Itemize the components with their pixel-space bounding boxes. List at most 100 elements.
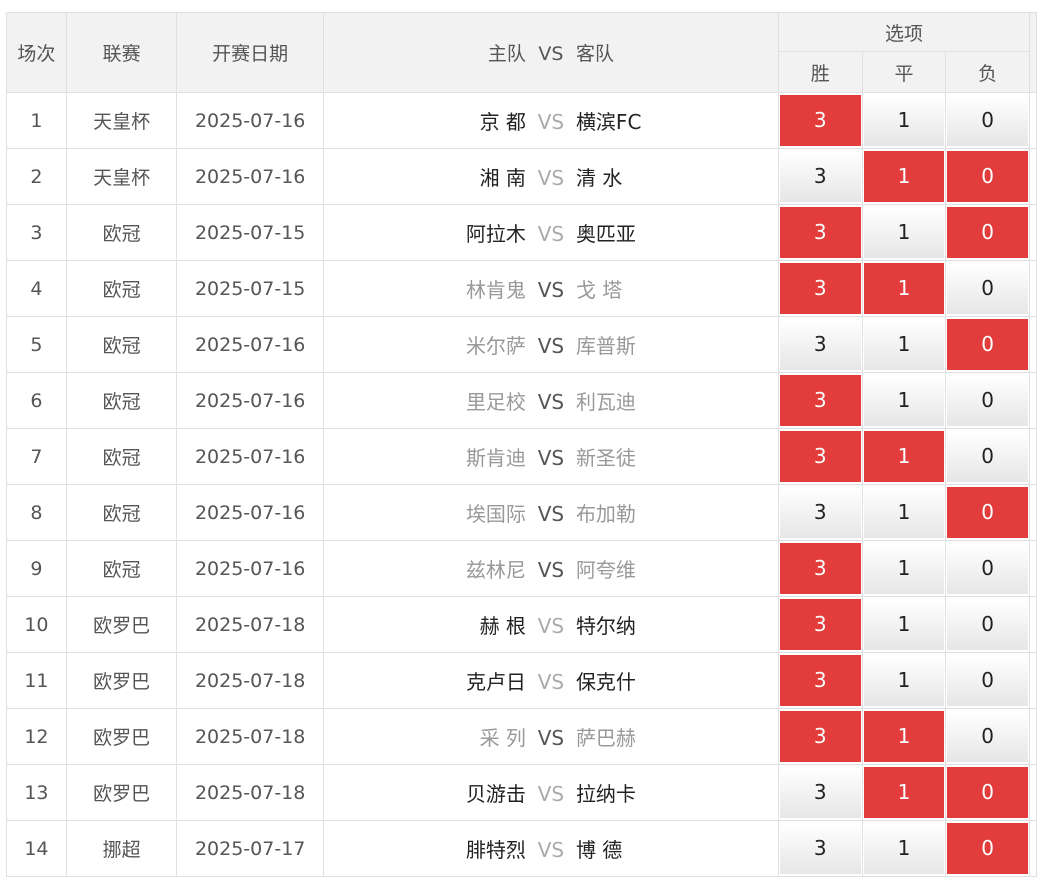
header-win: 胜: [777, 51, 863, 93]
league-name: 欧冠: [65, 372, 178, 429]
table-row: 3 欧冠 2025-07-15 阿拉木 VS 奥匹亚 3 1 0: [6, 204, 1037, 261]
league-name: 天皇杯: [65, 92, 178, 149]
row-extra: [1028, 316, 1037, 373]
header-vs: VS: [538, 43, 564, 65]
match-teams: 贝游击 VS 拉纳卡: [322, 764, 779, 821]
option-lose-button[interactable]: 0: [947, 823, 1028, 874]
option-win-button[interactable]: 3: [779, 711, 861, 762]
option-lose-button[interactable]: 0: [947, 767, 1028, 818]
table-row: 9 欧冠 2025-07-16 兹林尼 VS 阿夸维 3 1 0: [6, 540, 1037, 597]
option-win-cell: 3: [777, 540, 863, 597]
league-name: 欧冠: [65, 204, 178, 261]
option-lose-cell: 0: [945, 260, 1030, 317]
option-lose-cell: 0: [945, 316, 1030, 373]
vs-label: VS: [537, 390, 565, 414]
option-lose-cell: 0: [945, 428, 1030, 485]
away-team: 特尔纳: [575, 614, 636, 638]
vs-label: VS: [537, 334, 565, 358]
match-table: 场次 联赛 开赛日期 主队 VS 客队 选项 胜 平 负 1 天皇杯 2025-07-1…: [6, 12, 1037, 877]
match-no: 7: [6, 428, 67, 485]
header-date: 开赛日期: [176, 12, 324, 93]
option-lose-button[interactable]: 0: [947, 263, 1028, 314]
option-lose-cell: 0: [945, 764, 1030, 821]
home-team: 克卢日: [465, 670, 526, 694]
option-lose-button[interactable]: 0: [947, 599, 1028, 650]
option-win-button[interactable]: 3: [779, 823, 861, 874]
option-win-button[interactable]: 3: [779, 207, 861, 258]
option-win-button[interactable]: 3: [779, 431, 861, 482]
option-draw-cell: 1: [861, 204, 947, 261]
option-draw-button[interactable]: 1: [863, 151, 945, 202]
away-team: 奥匹亚: [575, 222, 636, 246]
option-draw-button[interactable]: 1: [863, 599, 945, 650]
header-draw: 平: [861, 51, 947, 93]
match-teams: 腓特烈 VS 博 德: [322, 820, 779, 877]
option-draw-button[interactable]: 1: [863, 823, 945, 874]
table-row: 8 欧冠 2025-07-16 埃国际 VS 布加勒 3 1 0: [6, 484, 1037, 541]
table-row: 1 天皇杯 2025-07-16 京 都 VS 横滨FC 3 1 0: [6, 92, 1037, 149]
away-team: 博 德: [575, 838, 623, 862]
match-date: 2025-07-15: [176, 260, 324, 317]
option-lose-button[interactable]: 0: [947, 319, 1028, 370]
option-draw-button[interactable]: 1: [863, 767, 945, 818]
option-win-cell: 3: [777, 428, 863, 485]
option-draw-button[interactable]: 1: [863, 431, 945, 482]
match-no: 14: [6, 820, 67, 877]
option-lose-button[interactable]: 0: [947, 543, 1028, 594]
option-draw-button[interactable]: 1: [863, 543, 945, 594]
match-date: 2025-07-18: [176, 708, 324, 765]
league-name: 欧冠: [65, 428, 178, 485]
match-no: 5: [6, 316, 67, 373]
header-away: 客队: [575, 43, 614, 65]
option-win-button[interactable]: 3: [779, 655, 861, 706]
option-lose-button[interactable]: 0: [947, 207, 1028, 258]
option-lose-button[interactable]: 0: [947, 151, 1028, 202]
option-draw-button[interactable]: 1: [863, 487, 945, 538]
option-win-button[interactable]: 3: [779, 767, 861, 818]
option-lose-button[interactable]: 0: [947, 375, 1028, 426]
match-teams: 兹林尼 VS 阿夸维: [322, 540, 779, 597]
option-lose-button[interactable]: 0: [947, 95, 1028, 146]
away-team: 新圣徒: [575, 446, 636, 470]
away-team: 清 水: [575, 166, 623, 190]
option-draw-button[interactable]: 1: [863, 207, 945, 258]
option-draw-button[interactable]: 1: [863, 263, 945, 314]
option-win-button[interactable]: 3: [779, 151, 861, 202]
option-lose-cell: 0: [945, 484, 1030, 541]
option-win-button[interactable]: 3: [779, 95, 861, 146]
option-lose-button[interactable]: 0: [947, 655, 1028, 706]
home-team: 米尔萨: [465, 334, 526, 358]
match-no: 2: [6, 148, 67, 205]
option-draw-button[interactable]: 1: [863, 375, 945, 426]
option-draw-cell: 1: [861, 820, 947, 877]
row-extra: [1028, 204, 1037, 261]
option-lose-button[interactable]: 0: [947, 431, 1028, 482]
vs-label: VS: [537, 446, 565, 470]
option-draw-button[interactable]: 1: [863, 95, 945, 146]
option-win-button[interactable]: 3: [779, 599, 861, 650]
match-teams: 京 都 VS 横滨FC: [322, 92, 779, 149]
header-league: 联赛: [65, 12, 178, 93]
option-draw-button[interactable]: 1: [863, 711, 945, 762]
vs-label: VS: [537, 614, 565, 638]
home-team: 埃国际: [465, 502, 526, 526]
home-team: 阿拉木: [465, 222, 526, 246]
option-lose-cell: 0: [945, 92, 1030, 149]
match-date: 2025-07-16: [176, 92, 324, 149]
match-date: 2025-07-16: [176, 540, 324, 597]
row-extra: [1028, 372, 1037, 429]
option-win-cell: 3: [777, 652, 863, 709]
row-extra: [1028, 820, 1037, 877]
option-draw-button[interactable]: 1: [863, 319, 945, 370]
option-win-button[interactable]: 3: [779, 375, 861, 426]
away-team: 库普斯: [575, 334, 636, 358]
option-draw-cell: 1: [861, 596, 947, 653]
option-win-button[interactable]: 3: [779, 487, 861, 538]
option-win-button[interactable]: 3: [779, 263, 861, 314]
option-lose-button[interactable]: 0: [947, 711, 1028, 762]
vs-label: VS: [537, 166, 565, 190]
option-lose-button[interactable]: 0: [947, 487, 1028, 538]
option-draw-button[interactable]: 1: [863, 655, 945, 706]
option-win-button[interactable]: 3: [779, 319, 861, 370]
option-win-button[interactable]: 3: [779, 543, 861, 594]
